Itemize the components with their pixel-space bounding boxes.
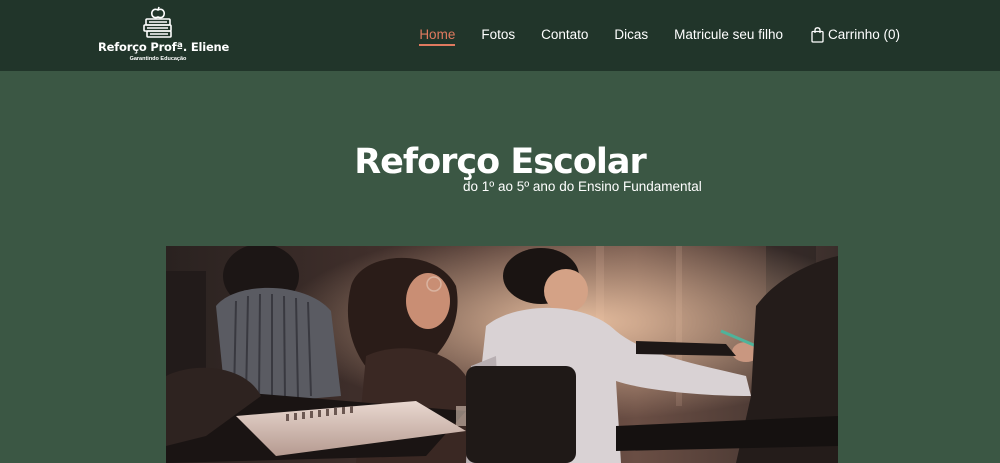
nav-link-dicas[interactable]: Dicas [614,27,648,43]
hero-title: Reforço Escolar [354,142,647,182]
nav-link-home[interactable]: Home [419,27,456,46]
brand-name: Reforço Profª. Eliene [98,40,230,54]
nav-link-fotos[interactable]: Fotos [481,27,515,43]
hero-photo-students-studying [166,246,838,463]
hero-subtitle: do 1º ao 5º ano do Ensino Fundamental [463,179,702,194]
books-apple-icon [143,6,172,38]
nav-link-contato[interactable]: Contato [541,27,588,43]
cart-label: Carrinho (0) [827,27,900,42]
cart-button[interactable]: Carrinho (0) [811,27,900,43]
shopping-bag-icon [811,27,824,43]
main-nav: Home Fotos Contato Dicas Matricule seu f… [393,27,900,47]
nav-link-matricule[interactable]: Matricule seu filho [674,27,783,43]
site-logo[interactable]: Reforço Profª. Eliene Garantindo Educaçã… [98,6,230,64]
site-header: Reforço Profª. Eliene Garantindo Educaçã… [0,0,1000,71]
brand-tagline: Garantindo Educação [129,56,187,62]
